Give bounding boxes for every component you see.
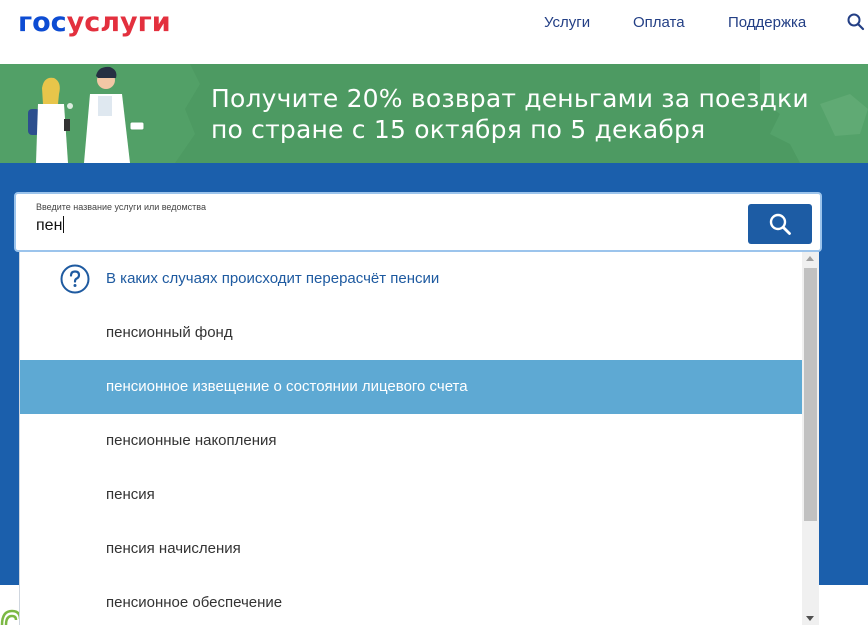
nav-services-link[interactable]: Услуги [544, 14, 590, 32]
suggestion-label: пенсия начисления [106, 540, 241, 557]
banner-text: Получите 20% возврат деньгами за поездки… [211, 83, 809, 145]
question-circle-icon [60, 264, 90, 294]
scroll-down-arrow-icon[interactable] [806, 616, 814, 621]
search-input[interactable]: пен [36, 216, 65, 235]
suggestion-label: пенсионный фонд [106, 324, 233, 341]
dropdown-scrollbar[interactable] [802, 252, 819, 625]
logo-part-uslugi: услуги [66, 7, 171, 38]
suggestions-dropdown: В каких случаях происходит перерасчёт пе… [19, 252, 819, 625]
text-caret [63, 216, 65, 233]
suggestion-item[interactable]: пенсионный фонд [20, 306, 802, 360]
suggestion-item[interactable]: В каких случаях происходит перерасчёт пе… [20, 252, 802, 306]
suggestion-label: пенсионное обеспечение [106, 594, 283, 611]
suggestion-item[interactable]: пенсия начисления [20, 522, 802, 576]
logo-part-gos: гос [18, 7, 67, 38]
gosuslugi-logo[interactable]: госуслуги [18, 6, 171, 40]
nav-support-link[interactable]: Поддержка [728, 14, 806, 32]
suggestion-item-selected[interactable]: пенсионное извещение о состоянии лицевог… [20, 360, 802, 414]
suggestion-label: пенсионные накопления [106, 432, 277, 449]
nav-payment-link[interactable]: Оплата [633, 14, 685, 32]
search-field-label: Введите название услуги или ведомства [36, 202, 206, 212]
search-button[interactable] [748, 204, 812, 244]
header-search-icon[interactable] [846, 12, 868, 34]
site-header: госуслуги Услуги Оплата Поддержка [0, 0, 868, 64]
banner-line-2: по стране с 15 октября по 5 декабря [211, 115, 706, 144]
search-input-value: пен [36, 217, 63, 234]
suggestion-label: пенсионное извещение о состоянии лицевог… [106, 378, 468, 395]
suggestion-label: В каких случаях происходит перерасчёт пе… [106, 270, 440, 287]
service-search-box[interactable]: Введите название услуги или ведомства пе… [14, 192, 822, 252]
banner-line-1: Получите 20% возврат деньгами за поездки [211, 84, 809, 113]
suggestion-item[interactable]: пенсионное обеспечение [20, 576, 802, 625]
suggestion-item[interactable]: пенсия [20, 468, 802, 522]
promo-banner[interactable]: Получите 20% возврат деньгами за поездки… [0, 64, 868, 163]
scrollbar-thumb[interactable] [804, 268, 817, 521]
suggestion-label: пенсия [106, 486, 155, 503]
scroll-up-arrow-icon[interactable] [806, 256, 814, 261]
chat-widget-icon[interactable] [0, 607, 20, 625]
people-illustration [28, 66, 145, 163]
search-icon [769, 213, 791, 235]
suggestion-item[interactable]: пенсионные накопления [20, 414, 802, 468]
